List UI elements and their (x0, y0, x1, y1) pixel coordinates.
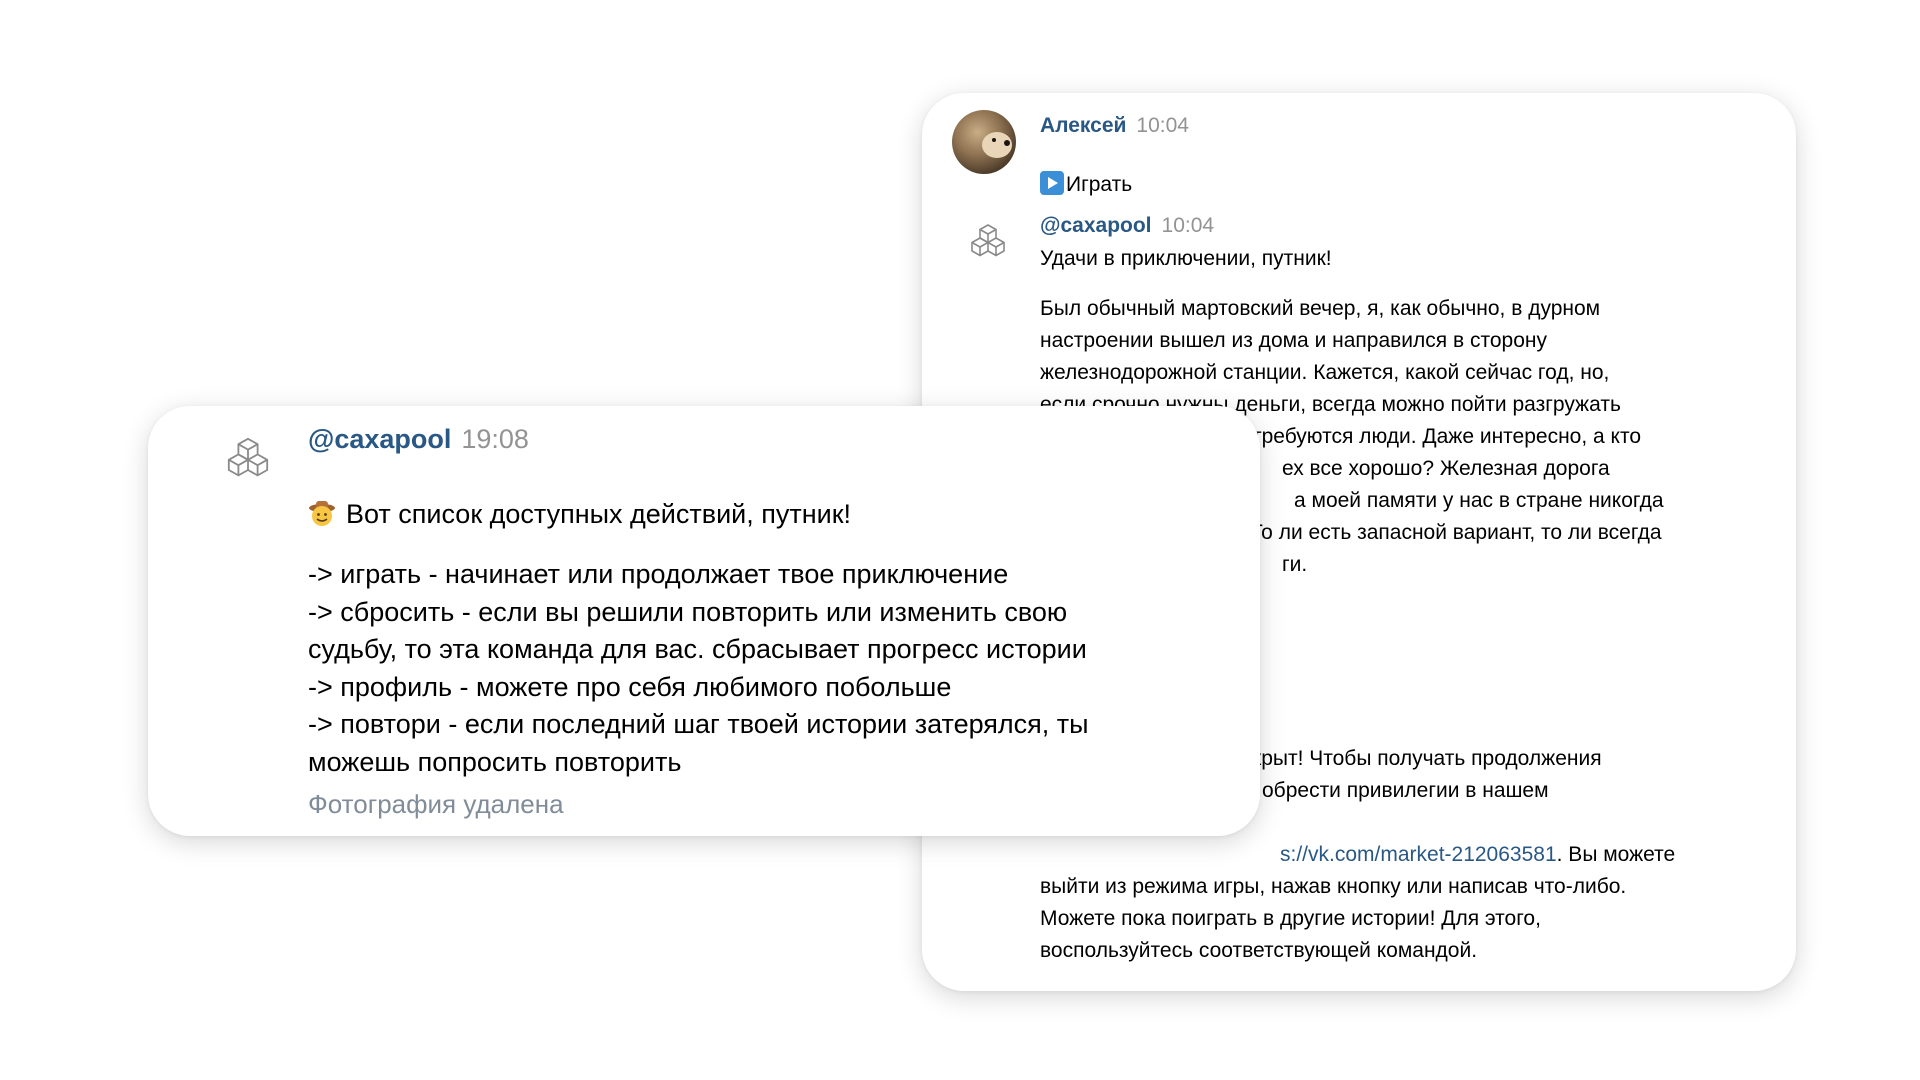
story-line: обрести привилегии в нашем (1262, 779, 1549, 802)
story-line: выйти из режима игры, нажав кнопку или н… (1040, 875, 1627, 898)
message-header: Алексей 10:04 (1040, 113, 1189, 139)
cowboy-emoji-icon (309, 500, 335, 526)
market-link[interactable]: s://vk.com/market-212063581 (1280, 843, 1557, 866)
author-name[interactable]: Алексей (1040, 114, 1126, 137)
message-time[interactable]: 19:08 (461, 424, 529, 454)
command-line: судьбу, то эта команда для вас. сбрасыва… (308, 634, 1087, 664)
play-icon (1040, 171, 1064, 195)
story-line: ех все хорошо? Железная дорога (1282, 457, 1610, 480)
story-text-block: Был обычный мартовский вечер, я, как обы… (1040, 293, 1780, 421)
message-time[interactable]: 10:04 (1136, 114, 1189, 137)
message-time[interactable]: 10:04 (1162, 214, 1215, 237)
message-bot-commands: @caxapool 19:08 Вот список доступных дейс… (308, 422, 1238, 821)
story-line: требуются люди. Даже интересно, а кто (1252, 425, 1642, 448)
message-greeting: Удачи в приключении, путник! (1040, 247, 1332, 270)
message-intro: Вот список доступных действий, путник! (308, 458, 1238, 533)
command-line: -> профиль - можете про себя любимого по… (308, 671, 952, 702)
story-text-block-partial: требуются люди. Даже интересно, а кто ех… (1250, 421, 1772, 581)
story-ending-partial: крыт! Чтобы получать продолжения обрести… (1252, 743, 1772, 807)
author-name[interactable]: @caxapool (1040, 214, 1152, 237)
command-line: -> играть - начинает или продолжает твое… (308, 559, 1009, 589)
bot-avatar-cubes-icon[interactable] (224, 434, 272, 482)
message-play-label: Играть (1066, 173, 1133, 196)
command-line: можешь попросить повторить (308, 746, 682, 777)
author-name[interactable]: @caxapool (308, 424, 451, 454)
bot-avatar-cubes-icon[interactable] (968, 221, 1008, 261)
command-line: -> сбросить - если вы решили повторить и… (308, 596, 1068, 627)
story-line: Был обычный мартовский вечер, я, как обы… (1040, 297, 1601, 320)
message-bot-story: @caxapool 10:04 Удачи в приключении, путн… (1040, 213, 1760, 275)
hedgehog-nose (1004, 140, 1010, 146)
user-avatar-hedgehog[interactable] (952, 110, 1016, 174)
message-header: @caxapool 19:08 (308, 422, 1238, 456)
chat-panel-commands: @caxapool 19:08 Вот список доступных дейс… (148, 406, 1260, 836)
message-text: Играть (1040, 145, 1189, 198)
story-line: Можете пока поиграть в другие истории! Д… (1040, 907, 1541, 930)
story-line: ги. (1282, 553, 1308, 576)
story-line: железнодорожной станции. Кажется, какой … (1040, 361, 1610, 384)
story-line: настроении вышел из дома и направился в … (1040, 329, 1547, 352)
message-intro-text: Вот список доступных действий, путник! (346, 498, 852, 529)
story-line: а моей памяти у нас в стране никогда (1294, 489, 1664, 512)
story-link-suffix: . Вы можете (1556, 843, 1676, 866)
story-line: То ли есть запасной вариант, то ли всегд… (1250, 521, 1662, 544)
message-user: Алексей 10:04 Играть (1040, 113, 1189, 198)
command-line: -> повтори - если последний шаг твоей ис… (308, 709, 1089, 739)
hedgehog-eye (992, 138, 996, 142)
chat-collage: Алексей 10:04 Играть @caxapool 10:04 Уда… (0, 0, 1920, 1080)
story-line: воспользуйтесь соответствующей командой. (1040, 939, 1478, 962)
story-line: крыт! Чтобы получать продолжения (1252, 747, 1602, 770)
message-header: @caxapool 10:04 (1040, 213, 1760, 239)
deleted-photo-notice: Фотография удалена (308, 789, 564, 819)
